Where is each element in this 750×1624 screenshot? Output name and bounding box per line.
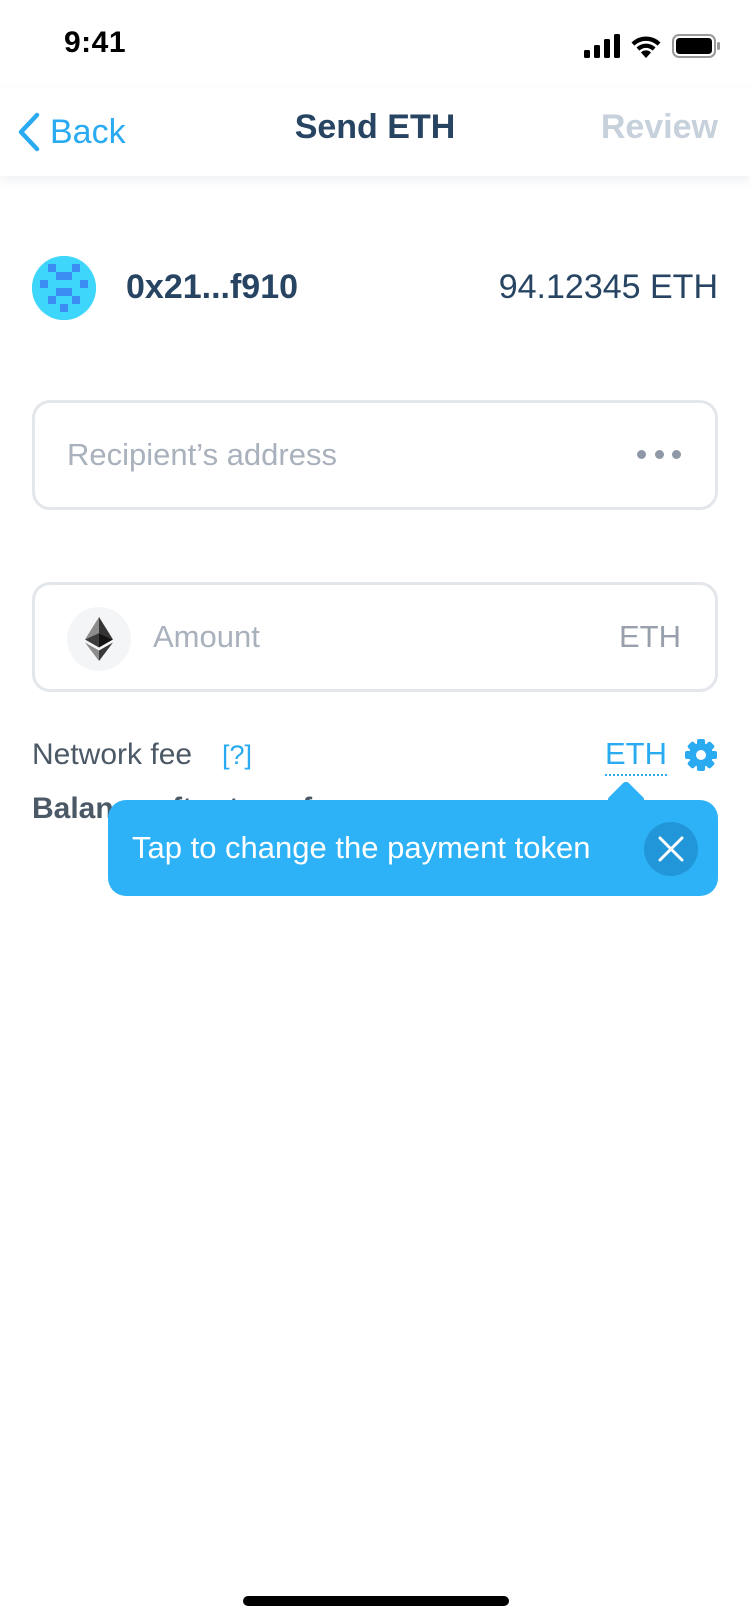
identicon-icon	[32, 256, 96, 320]
tooltip-arrow	[606, 780, 646, 820]
signal-icon	[584, 34, 620, 58]
close-icon	[658, 836, 684, 862]
account-balance: 94.12345 ETH	[498, 268, 718, 306]
network-fee-label: Network fee	[32, 738, 193, 771]
avatar	[32, 256, 96, 320]
more-options-button[interactable]	[637, 447, 681, 461]
home-indicator	[243, 1596, 509, 1606]
gear-icon[interactable]	[684, 738, 718, 772]
amount-unit: ETH	[619, 619, 681, 654]
network-fee-help-link[interactable]: [?]	[222, 740, 252, 771]
tooltip-text: Tap to change the payment token	[132, 830, 591, 865]
battery-icon	[672, 34, 720, 58]
dot-icon	[637, 449, 646, 459]
wifi-icon	[631, 36, 661, 58]
recipient-address-input[interactable]	[67, 403, 607, 507]
dot-icon	[654, 449, 664, 459]
status-time: 9:41	[64, 26, 127, 59]
ethereum-icon	[85, 617, 113, 661]
payment-token-tooltip: Tap to change the payment token	[108, 780, 718, 896]
eth-token-badge	[67, 607, 131, 671]
recipient-field	[32, 400, 718, 510]
account-row: 0x21...f910 94.12345 ETH	[32, 256, 718, 320]
review-button[interactable]: Review	[601, 108, 718, 147]
status-icons	[584, 32, 720, 60]
nav-bar: Back Send ETH Review	[0, 88, 750, 176]
fee-token-selector[interactable]: ETH	[605, 736, 667, 776]
status-bar: 9:41	[0, 0, 750, 88]
amount-input[interactable]	[153, 585, 553, 689]
tooltip-close-button[interactable]	[644, 822, 698, 876]
amount-field: ETH	[32, 582, 718, 692]
account-address: 0x21...f910	[126, 268, 299, 306]
dot-icon	[672, 449, 681, 459]
